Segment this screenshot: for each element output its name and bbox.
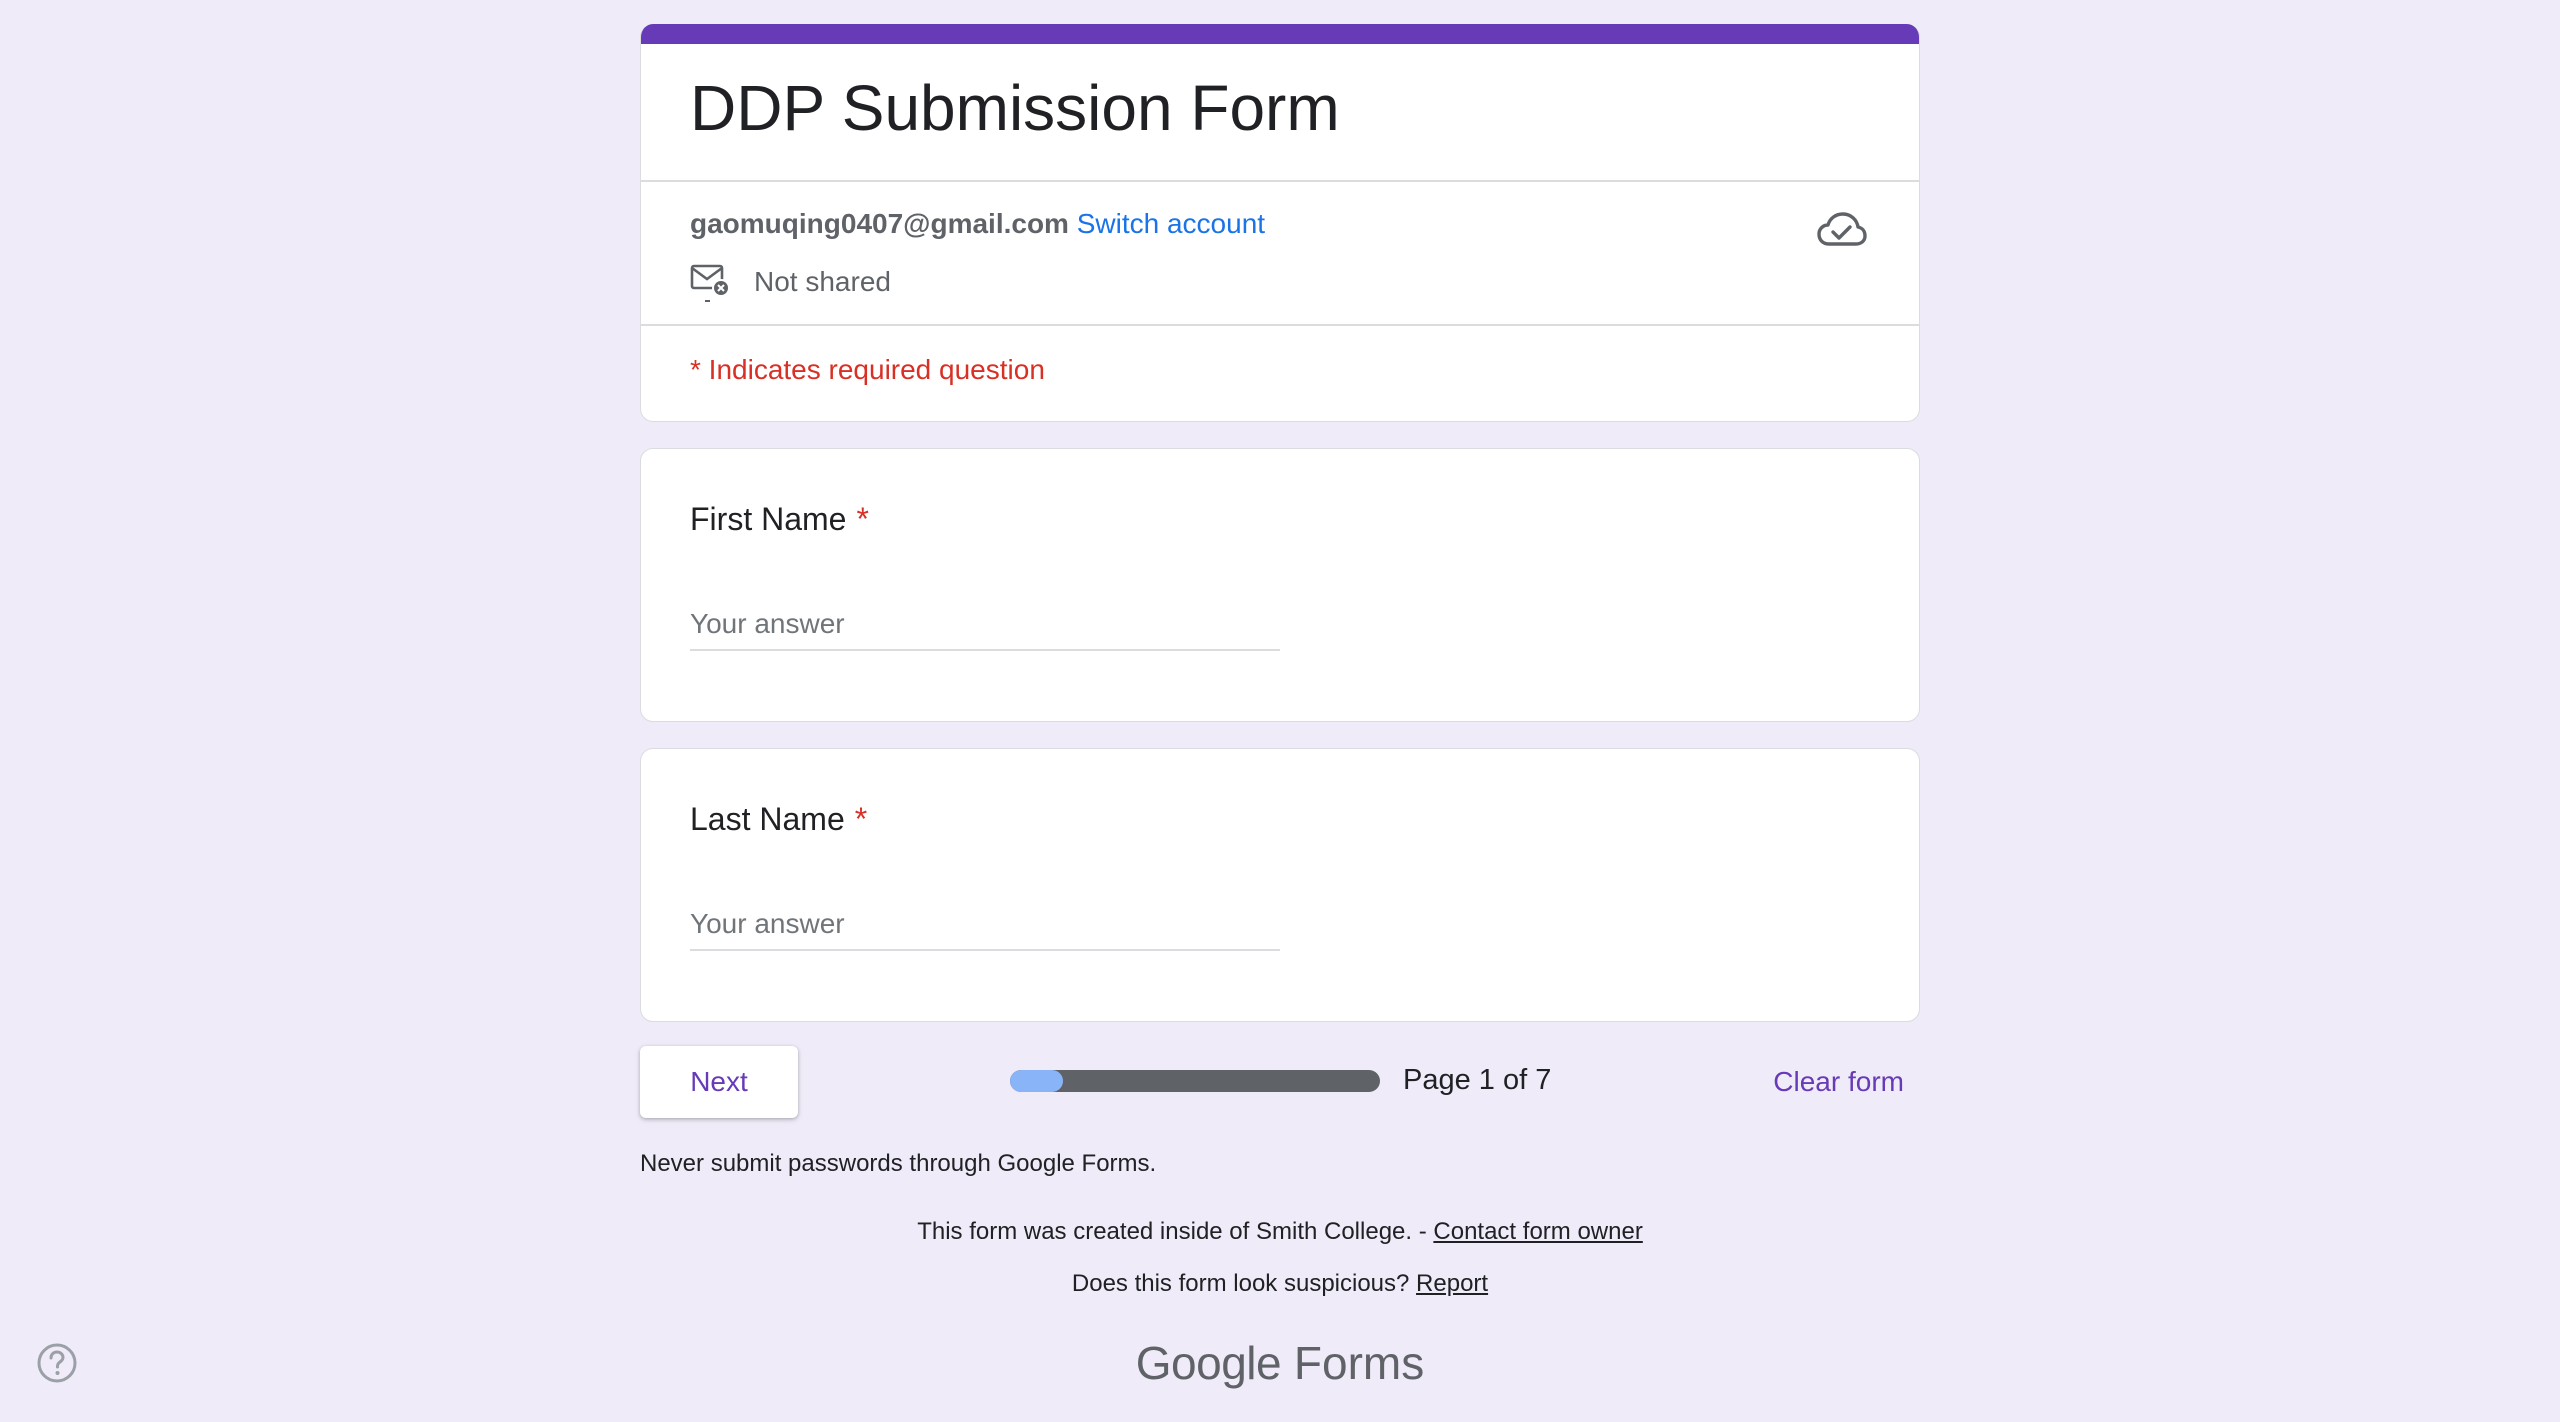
page-indicator: Page 1 of 7 bbox=[1403, 1064, 1552, 1096]
navigation-row: Next Page 1 of 7 Clear form bbox=[640, 1046, 1920, 1120]
contact-owner-link[interactable]: Contact form owner bbox=[1433, 1218, 1642, 1245]
help-circle-icon[interactable] bbox=[36, 1342, 78, 1384]
brand-google: Google bbox=[1135, 1337, 1282, 1389]
shared-status-text: Not shared bbox=[754, 266, 891, 297]
required-star: * bbox=[854, 801, 868, 837]
first-name-input[interactable] bbox=[690, 599, 1280, 651]
created-text: This form was created inside of Smith Co… bbox=[917, 1218, 1434, 1245]
password-warning: Never submit passwords through Google Fo… bbox=[640, 1150, 1157, 1177]
question-card-last-name: Last Name * bbox=[640, 748, 1920, 1022]
required-question-note: * Indicates required question bbox=[690, 354, 1045, 385]
question-title: First Name * bbox=[690, 501, 869, 538]
cloud-done-icon bbox=[1817, 212, 1867, 246]
clear-form-button[interactable]: Clear form bbox=[1757, 1046, 1920, 1118]
mail-not-shared-icon bbox=[690, 264, 730, 302]
suspicious-text: Does this form look suspicious? bbox=[1071, 1270, 1417, 1297]
form-container: DDP Submission Form gaomuqing0407@gmail.… bbox=[640, 24, 1920, 1178]
account-row: gaomuqing0407@gmail.com Switch account bbox=[690, 206, 1265, 242]
shared-status-row: Not shared bbox=[690, 260, 891, 304]
account-email: gaomuqing0407@gmail.com bbox=[690, 208, 1069, 239]
question-card-first-name: First Name * bbox=[640, 448, 1920, 722]
required-star: * bbox=[856, 501, 869, 537]
question-label: First Name bbox=[690, 501, 847, 537]
suspicious-line: Does this form look suspicious? Report bbox=[0, 1270, 2560, 1298]
created-by-line: This form was created inside of Smith Co… bbox=[0, 1218, 2560, 1246]
brand-forms: Forms bbox=[1293, 1337, 1425, 1389]
form-title: DDP Submission Form bbox=[690, 72, 1340, 144]
next-button[interactable]: Next bbox=[640, 1046, 798, 1118]
last-name-input[interactable] bbox=[690, 899, 1280, 951]
header-divider bbox=[641, 180, 1919, 182]
question-title: Last Name * bbox=[690, 801, 867, 838]
report-link[interactable]: Report bbox=[1416, 1270, 1488, 1297]
progress-bar-fill bbox=[1010, 1070, 1063, 1092]
progress-bar bbox=[1010, 1070, 1380, 1092]
required-divider bbox=[641, 324, 1919, 326]
question-label: Last Name bbox=[690, 801, 845, 837]
accent-bar bbox=[641, 24, 1919, 44]
switch-account-link[interactable]: Switch account bbox=[1077, 208, 1265, 239]
form-header-card: DDP Submission Form gaomuqing0407@gmail.… bbox=[640, 24, 1920, 422]
google-forms-logo[interactable]: Google Forms bbox=[0, 1336, 2560, 1390]
